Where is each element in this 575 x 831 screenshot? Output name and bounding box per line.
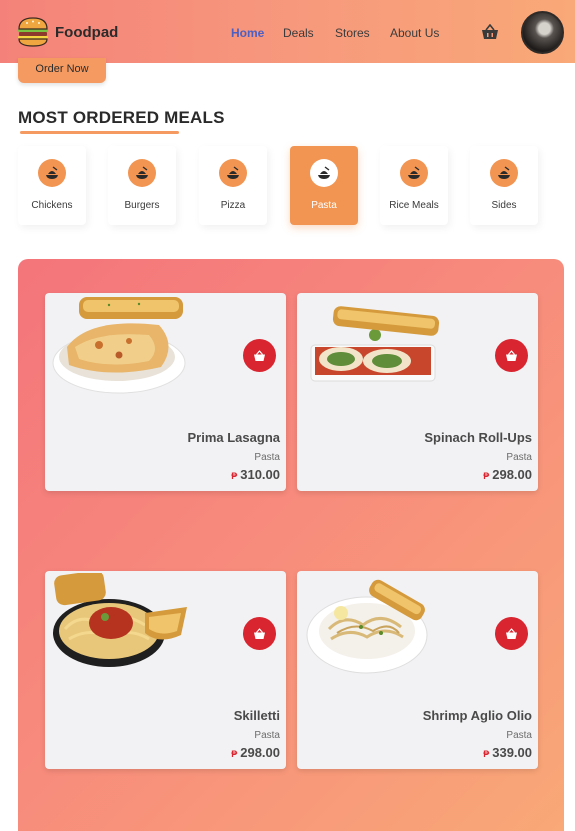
price-value: 339.00 [492,745,532,760]
category-chickens[interactable]: Chickens [18,146,86,225]
category-label: Burgers [124,200,160,211]
food-icon [400,159,428,187]
nav-deals[interactable]: Deals [283,26,314,40]
category-pasta[interactable]: Pasta [290,146,358,225]
meal-price: ₱ 339.00 [483,745,532,760]
add-to-basket-button[interactable] [243,339,276,372]
meal-price: ₱ 310.00 [231,467,280,482]
meal-name: Spinach Roll-Ups [424,430,532,445]
meal-card-spinach-roll-ups[interactable]: Spinach Roll-Ups Pasta ₱ 298.00 [297,293,538,491]
basket-icon [254,349,265,361]
meal-image [306,579,428,674]
meal-card-shrimp-aglio-olio[interactable]: Shrimp Aglio Olio Pasta ₱ 339.00 [297,571,538,769]
currency-symbol: ₱ [483,749,490,759]
category-label: Rice Meals [389,200,439,211]
basket-icon [506,349,517,361]
category-label: Pizza [220,200,246,211]
meal-price: ₱ 298.00 [231,745,280,760]
category-sides[interactable]: Sides [470,146,538,225]
add-to-basket-button[interactable] [495,617,528,650]
category-pizza[interactable]: Pizza [199,146,267,225]
title-underline [20,131,179,134]
currency-symbol: ₱ [231,749,238,759]
food-icon [219,159,247,187]
category-rice-meals[interactable]: Rice Meals [380,146,448,225]
meal-name: Shrimp Aglio Olio [422,708,532,723]
price-value: 310.00 [240,467,280,482]
meal-category: Pasta [254,452,280,463]
currency-symbol: ₱ [483,471,490,481]
category-label: Sides [491,200,517,211]
meal-image [52,297,186,394]
meal-image [53,573,187,667]
add-to-basket-button[interactable] [495,339,528,372]
food-icon [128,159,156,187]
section-title: MOST ORDERED MEALS [18,108,225,127]
meal-category: Pasta [506,730,532,741]
food-icon [38,159,66,187]
meal-name: Prima Lasagna [187,430,281,445]
top-navbar: Foodpad Home Deals Stores About Us [0,0,575,63]
category-label: Pasta [311,200,337,211]
meal-card-prima-lasagna[interactable]: Prima Lasagna Pasta ₱ 310.00 [45,293,286,491]
price-value: 298.00 [240,745,280,760]
nav-stores[interactable]: Stores [335,26,370,40]
category-label: Chickens [31,200,73,211]
food-icon [310,159,338,187]
price-value: 298.00 [492,467,532,482]
brand-name[interactable]: Foodpad [55,24,118,41]
meal-price: ₱ 298.00 [483,467,532,482]
meal-card-skilletti[interactable]: Skilletti Pasta ₱ 298.00 [45,571,286,769]
food-icon [490,159,518,187]
user-avatar[interactable] [521,11,564,54]
burger-icon[interactable] [16,15,50,49]
meals-panel: Prima Lasagna Pasta ₱ 310.00 Spinach Roll… [18,259,564,831]
nav-about-us[interactable]: About Us [390,26,439,40]
meal-category: Pasta [506,452,532,463]
currency-symbol: ₱ [231,471,238,481]
nav-home[interactable]: Home [231,26,264,40]
meal-image [310,306,440,382]
meal-category: Pasta [254,730,280,741]
add-to-basket-button[interactable] [243,617,276,650]
basket-icon [506,627,517,639]
meal-name: Skilletti [233,708,280,723]
order-now-button[interactable]: Order Now [18,58,106,83]
category-burgers[interactable]: Burgers [108,146,176,225]
basket-icon[interactable] [481,24,499,40]
basket-icon [254,627,265,639]
